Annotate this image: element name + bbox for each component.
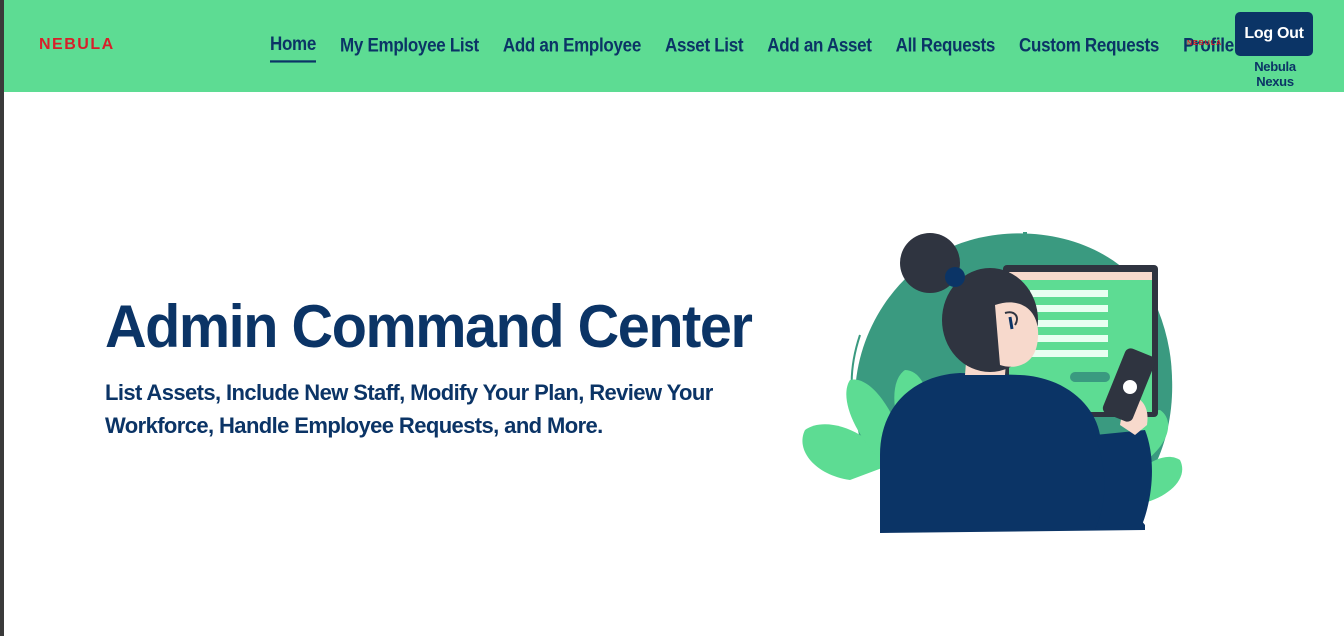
nav-link-profile[interactable]: Profile — [1183, 35, 1234, 62]
company-name: Nebula Nexus — [1254, 59, 1296, 89]
brand-logo[interactable]: NEBULA — [39, 36, 115, 54]
nav-link-add-employee[interactable]: Add an Employee — [503, 35, 641, 62]
nav-link-all-requests[interactable]: All Requests — [896, 35, 996, 62]
nav-link-home[interactable]: Home — [270, 33, 316, 63]
hero-title: Admin Command Center — [105, 293, 753, 360]
company-logo: NEBULA — [1187, 40, 1223, 47]
logout-button[interactable]: Log Out — [1235, 12, 1313, 56]
window-edge — [0, 0, 4, 636]
nav-link-my-employee-list[interactable]: My Employee List — [340, 35, 479, 62]
nav-links: Home My Employee List Add an Employee As… — [270, 33, 1234, 63]
nav-link-asset-list[interactable]: Asset List — [665, 35, 744, 62]
nav-link-add-asset[interactable]: Add an Asset — [767, 35, 872, 62]
navbar: NEBULA Home My Employee List Add an Empl… — [4, 0, 1344, 92]
hero-subtitle: List Assets, Include New Staff, Modify Y… — [105, 380, 713, 438]
woman-at-computer-on-phone-illustration — [802, 232, 1183, 533]
nav-link-custom-requests[interactable]: Custom Requests — [1019, 35, 1159, 62]
